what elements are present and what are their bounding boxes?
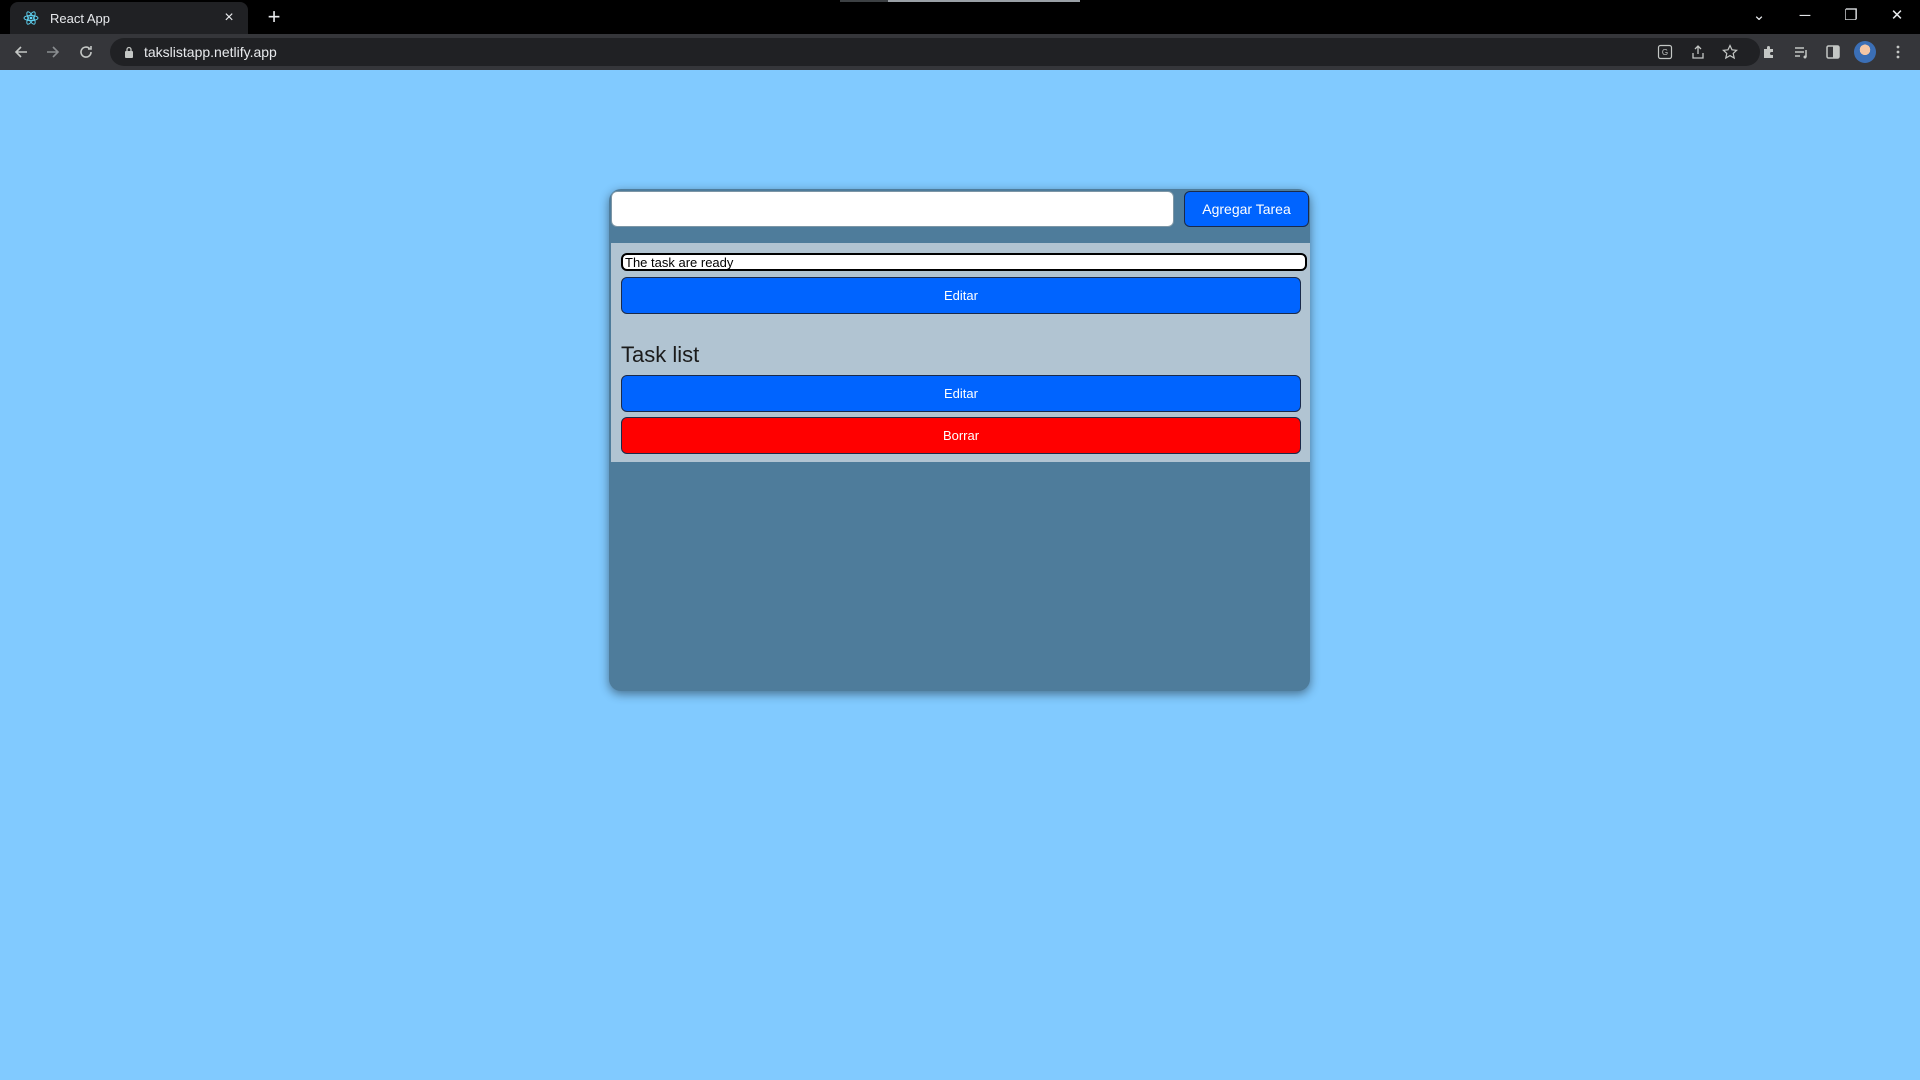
back-icon[interactable] <box>9 40 33 64</box>
delete-button[interactable]: Borrar <box>621 417 1301 454</box>
browser-toolbar: takslistapp.netlify.app G <box>0 34 1920 70</box>
task-panel: Editar Task list Editar Borrar <box>611 243 1310 462</box>
task-edit-button[interactable]: Editar <box>621 375 1301 412</box>
translate-icon[interactable]: G <box>1654 41 1676 63</box>
task-list-title: Task list <box>621 342 700 367</box>
menu-kebab-icon[interactable] <box>1887 41 1909 63</box>
side-panel-icon[interactable] <box>1822 41 1844 63</box>
tab-search-chevron-icon[interactable]: ⌄ <box>1745 4 1773 26</box>
reading-list-icon[interactable] <box>1790 41 1812 63</box>
share-icon[interactable] <box>1687 41 1709 63</box>
svg-text:G: G <box>1662 48 1668 57</box>
add-task-button[interactable]: Agregar Tarea <box>1184 191 1309 227</box>
task-app-card: Agregar Tarea Editar Task list Editar Bo… <box>609 189 1310 691</box>
bookmark-star-icon[interactable] <box>1719 41 1741 63</box>
react-icon <box>22 9 40 27</box>
lock-icon <box>122 45 136 59</box>
browser-tab-bar: React App × + ⌄ ─ ❐ ✕ <box>0 0 1920 34</box>
edit-task-field[interactable] <box>621 253 1307 271</box>
browser-tab[interactable]: React App × <box>10 2 248 34</box>
restore-icon[interactable]: ❐ <box>1837 4 1865 26</box>
new-tab-icon[interactable]: + <box>262 6 286 30</box>
profile-avatar[interactable] <box>1854 41 1876 63</box>
minimize-icon[interactable]: ─ <box>1791 4 1819 26</box>
address-bar[interactable]: takslistapp.netlify.app <box>110 38 1760 66</box>
close-window-icon[interactable]: ✕ <box>1883 4 1911 26</box>
extensions-puzzle-icon[interactable] <box>1758 41 1780 63</box>
window-drag-strip-active <box>888 0 1080 2</box>
reload-icon[interactable] <box>74 40 98 64</box>
tab-title: React App <box>50 10 110 26</box>
new-task-input[interactable] <box>611 191 1174 227</box>
url-text: takslistapp.netlify.app <box>144 44 277 60</box>
forward-icon[interactable] <box>41 40 65 64</box>
edit-button[interactable]: Editar <box>621 277 1301 314</box>
tab-close-icon[interactable]: × <box>220 9 238 27</box>
